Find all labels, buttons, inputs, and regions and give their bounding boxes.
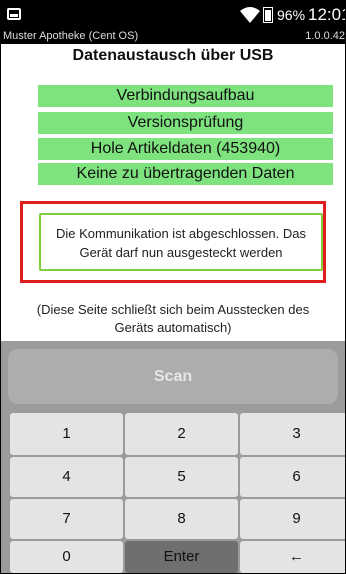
key-1[interactable]: 1 [10, 413, 123, 455]
step-article-data: Hole Artikeldaten (453940) [38, 138, 333, 160]
keypad: Scan 1 2 3 4 5 6 7 8 9 0 Enter ← [1, 341, 345, 573]
screen-icon [7, 8, 21, 20]
clock: 12:01 [308, 5, 345, 24]
battery-icon [263, 7, 273, 23]
app-screen: 96% 12:01 Muster Apotheke (Cent OS) 1.0.… [0, 0, 346, 574]
enter-key[interactable]: Enter [125, 541, 238, 573]
hint-line-2: Geräts automatisch) [114, 320, 232, 335]
key-9[interactable]: 9 [240, 499, 345, 539]
status-bar: 96% 12:01 [1, 1, 345, 29]
wifi-icon [240, 7, 260, 23]
completion-message: Die Kommunikation ist abgeschlossen. Das… [39, 213, 323, 271]
page-title: Datenaustausch über USB [72, 47, 274, 64]
backspace-key[interactable]: ← [240, 541, 345, 573]
key-7[interactable]: 7 [10, 499, 123, 539]
step-no-data: Keine zu übertragenden Daten [38, 163, 333, 185]
auto-close-hint: (Diese Seite schließt sich beim Aussteck… [13, 301, 333, 337]
scan-button[interactable]: Scan [8, 349, 338, 404]
step-connection: Verbindungsaufbau [38, 85, 333, 107]
app-name: Muster Apotheke (Cent OS) [3, 30, 139, 42]
message-line-1: Die Kommunikation ist abgeschlossen. Das [55, 226, 306, 241]
step-version-check: Versionsprüfung [38, 112, 333, 134]
app-version: 1.0.0.42 [305, 30, 345, 42]
hint-line-1: (Diese Seite schließt sich beim Aussteck… [36, 302, 310, 317]
key-0[interactable]: 0 [10, 541, 123, 573]
key-8[interactable]: 8 [125, 499, 238, 539]
key-3[interactable]: 3 [240, 413, 345, 455]
message-line-2: Gerät darf nun ausgesteckt werden [79, 245, 283, 260]
key-4[interactable]: 4 [10, 457, 123, 497]
key-5[interactable]: 5 [125, 457, 238, 497]
battery-percent: 96% [277, 7, 306, 23]
key-6[interactable]: 6 [240, 457, 345, 497]
key-2[interactable]: 2 [125, 413, 238, 455]
app-bar: Muster Apotheke (Cent OS) 1.0.0.42 [1, 29, 345, 44]
